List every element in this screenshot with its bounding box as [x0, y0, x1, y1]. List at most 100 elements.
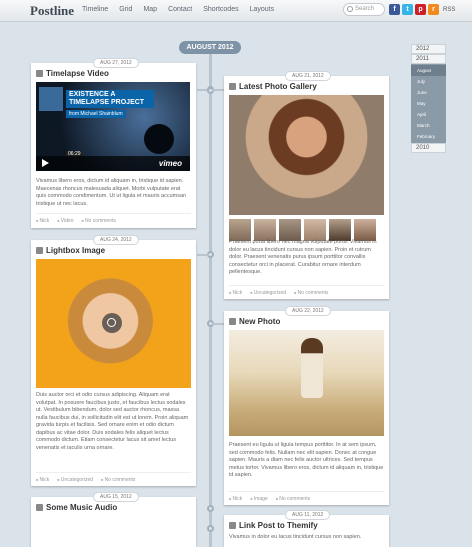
post-date: AUG 11, 2012 — [285, 510, 331, 520]
video-controls[interactable]: vimeo — [36, 156, 190, 171]
month-label: AUGUST 2012 — [179, 41, 241, 54]
timeline-connector — [212, 89, 224, 91]
rss-label[interactable]: RSS — [443, 7, 455, 13]
archive-year[interactable]: 2010 — [411, 143, 446, 153]
nav-item-shortcodes[interactable]: Shortcodes — [203, 6, 238, 13]
social-links: f t p r — [389, 4, 439, 15]
post-title[interactable]: Latest Photo Gallery — [229, 82, 317, 91]
post-excerpt: Praesent eu ligula ut ligula tempus port… — [229, 442, 384, 478]
lightbox-image[interactable] — [36, 259, 191, 388]
post-title[interactable]: New Photo — [229, 317, 280, 326]
gallery-thumbnail[interactable] — [229, 219, 251, 241]
play-icon[interactable] — [42, 159, 49, 167]
post-card-audio: AUG 15, 2012 Some Music Audio — [31, 492, 196, 547]
zoom-icon[interactable] — [102, 313, 122, 333]
post-title-text[interactable]: Lightbox Image — [46, 246, 105, 255]
post-comments[interactable]: No comments — [294, 290, 329, 296]
video-thumbnail — [39, 87, 63, 111]
post-date: AUG 21, 2012 — [285, 71, 331, 81]
timeline-connector — [212, 323, 224, 325]
post-date: AUG 27, 2012 — [93, 58, 139, 68]
main-nav: Timeline Grid Map Contact Shortcodes Lay… — [82, 6, 285, 13]
archive-month[interactable]: July — [411, 76, 446, 87]
post-category[interactable]: Image — [250, 496, 268, 502]
pinterest-icon[interactable]: p — [415, 4, 426, 15]
post-card-gallery: AUG 21, 2012 Latest Photo Gallery Praese… — [224, 71, 389, 299]
gallery-thumbnail[interactable] — [354, 219, 376, 241]
nav-item-map[interactable]: Map — [143, 6, 157, 13]
post-title-text[interactable]: Timelapse Video — [46, 69, 109, 78]
post-date: AUG 24, 2012 — [93, 235, 139, 245]
post-meta: Nick Video No comments — [36, 213, 191, 224]
rss-icon[interactable]: r — [428, 4, 439, 15]
post-title[interactable]: Timelapse Video — [36, 69, 109, 78]
nav-item-timeline[interactable]: Timeline — [82, 6, 108, 13]
post-comments[interactable]: No comments — [82, 218, 116, 224]
timeline-dot — [207, 525, 214, 532]
post-card-link: AUG 11, 2012 Link Post to Themify Vivamu… — [224, 510, 389, 547]
archive-month[interactable]: June — [411, 87, 446, 98]
site-logo[interactable]: Postline — [30, 3, 74, 19]
post-image[interactable] — [229, 330, 384, 436]
nav-item-layouts[interactable]: Layouts — [250, 6, 275, 13]
archive-year[interactable]: 2011 — [411, 54, 446, 64]
post-excerpt: Vivamus libero eros, dictum id aliquam i… — [36, 178, 187, 207]
facebook-icon[interactable]: f — [389, 4, 400, 15]
post-title-text[interactable]: Some Music Audio — [46, 503, 117, 512]
post-title[interactable]: Lightbox Image — [36, 246, 105, 255]
post-category[interactable]: Uncategorized — [250, 290, 286, 296]
archive-year[interactable]: 2012 — [411, 44, 446, 54]
archive-month[interactable]: February — [411, 131, 446, 142]
archive-months: August July June May April March Februar… — [411, 64, 446, 143]
post-author[interactable]: Nick — [229, 496, 243, 502]
post-author[interactable]: Nick — [36, 477, 50, 483]
post-date: AUG 22, 2012 — [285, 306, 331, 316]
post-title-text[interactable]: Link Post to Themify — [239, 521, 318, 530]
video-icon — [36, 70, 43, 77]
archive-month[interactable]: May — [411, 98, 446, 109]
post-card-lightbox: AUG 24, 2012 Lightbox Image Duis auctor … — [31, 235, 196, 486]
post-date: AUG 15, 2012 — [93, 492, 139, 502]
post-excerpt: Praesent porta libero nec magna vulputat… — [229, 239, 377, 275]
nav-item-grid[interactable]: Grid — [119, 6, 132, 13]
nav-item-contact[interactable]: Contact — [168, 6, 192, 13]
image-icon — [36, 247, 43, 254]
archive-month[interactable]: March — [411, 120, 446, 131]
timeline-spine — [209, 50, 212, 547]
post-category[interactable]: Uncategorized — [57, 477, 93, 483]
archive-month[interactable]: August — [411, 65, 446, 76]
post-category[interactable]: Video — [57, 218, 74, 224]
audio-icon — [36, 504, 43, 511]
image-icon — [229, 318, 236, 325]
post-title-text[interactable]: New Photo — [239, 317, 280, 326]
gallery-thumbnail[interactable] — [279, 219, 301, 241]
post-title[interactable]: Some Music Audio — [36, 503, 117, 512]
top-bar: Postline Timeline Grid Map Contact Short… — [0, 0, 472, 22]
post-title[interactable]: Link Post to Themify — [229, 521, 318, 530]
post-title-text[interactable]: Latest Photo Gallery — [239, 82, 317, 91]
video-author[interactable]: from Michael Shainblum — [66, 110, 126, 118]
post-excerpt: Vivamus in dolor eu lacus tincidunt curs… — [229, 534, 362, 540]
post-author[interactable]: Nick — [229, 290, 243, 296]
vimeo-logo[interactable]: vimeo — [159, 159, 182, 168]
search-input[interactable]: Search — [343, 3, 385, 16]
gallery-main-image[interactable] — [229, 95, 384, 215]
gallery-thumbnail[interactable] — [329, 219, 351, 241]
post-card-new-photo: AUG 22, 2012 New Photo Praesent eu ligul… — [224, 306, 389, 505]
post-comments[interactable]: No comments — [101, 477, 136, 483]
gallery-thumbnail[interactable] — [304, 219, 326, 241]
twitter-icon[interactable]: t — [402, 4, 413, 15]
video-scene — [144, 124, 174, 154]
archive-month[interactable]: April — [411, 109, 446, 120]
photo-subject — [301, 338, 323, 398]
post-comments[interactable]: No comments — [276, 496, 310, 502]
gallery-thumbnails — [229, 219, 376, 241]
video-player[interactable]: EXISTENCE A TIMELAPSE PROJECT from Micha… — [36, 82, 190, 171]
post-excerpt: Duis auctor orci et odio cursus adipisci… — [36, 392, 189, 451]
video-title[interactable]: EXISTENCE A TIMELAPSE PROJECT — [66, 90, 154, 108]
post-author[interactable]: Nick — [36, 218, 50, 224]
gallery-thumbnail[interactable] — [254, 219, 276, 241]
link-icon — [229, 522, 236, 529]
archive-nav: 2012 2011 August July June May April Mar… — [411, 44, 446, 153]
search-icon — [347, 6, 353, 12]
